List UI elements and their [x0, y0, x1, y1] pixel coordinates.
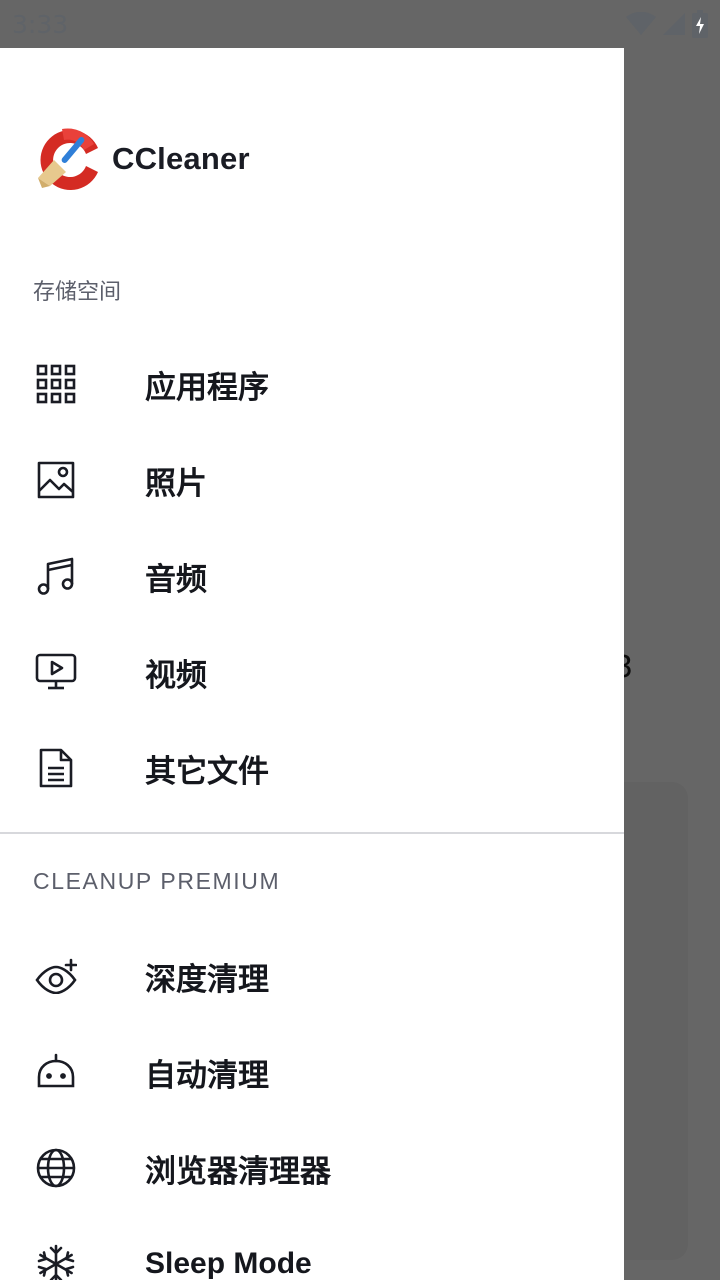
storage-section-title: 存储空间	[33, 280, 122, 305]
navigation-drawer: CCleaner 存储空间 应用程序 照片 音频 视频 其它文件 CLEANUP…	[0, 48, 624, 1280]
robot-icon	[34, 1050, 78, 1094]
menu-item-deep-clean[interactable]: 深度清理	[0, 928, 624, 1024]
snowflake-icon	[34, 1242, 78, 1280]
video-icon	[34, 650, 78, 694]
menu-item-other-files[interactable]: 其它文件	[0, 720, 624, 816]
menu-item-label: 照片	[145, 465, 207, 502]
globe-icon	[34, 1146, 78, 1190]
menu-item-label: 自动清理	[145, 1057, 269, 1094]
menu-item-label: 视频	[145, 657, 207, 694]
music-note-icon	[34, 554, 78, 598]
brand-name: CCleaner	[112, 141, 250, 176]
status-bar: 3:33	[0, 0, 720, 48]
menu-item-browser-cleaner[interactable]: 浏览器清理器	[0, 1120, 624, 1216]
menu-item-label: 深度清理	[145, 961, 269, 998]
ccleaner-logo	[32, 124, 104, 194]
menu-item-label: Sleep Mode	[145, 1247, 312, 1280]
battery-charging-icon	[692, 10, 708, 38]
menu-item-label: 其它文件	[145, 753, 269, 790]
menu-item-photos[interactable]: 照片	[0, 432, 624, 528]
section-divider	[0, 832, 624, 834]
menu-item-video[interactable]: 视频	[0, 624, 624, 720]
eye-plus-icon	[34, 954, 78, 998]
menu-item-apps[interactable]: 应用程序	[0, 336, 624, 432]
status-icons	[626, 10, 708, 38]
premium-section-title: CLEANUP PREMIUM	[33, 868, 281, 894]
menu-item-sleep-mode[interactable]: Sleep Mode	[0, 1216, 624, 1280]
photo-icon	[34, 458, 78, 502]
menu-item-label: 浏览器清理器	[145, 1153, 331, 1190]
status-time: 3:33	[12, 9, 69, 39]
cell-signal-icon	[662, 12, 686, 36]
menu-item-auto-clean[interactable]: 自动清理	[0, 1024, 624, 1120]
apps-grid-icon	[34, 362, 78, 406]
wifi-icon	[626, 12, 656, 36]
menu-item-label: 应用程序	[145, 369, 269, 406]
menu-item-label: 音频	[145, 561, 207, 598]
menu-item-audio[interactable]: 音频	[0, 528, 624, 624]
document-icon	[34, 746, 78, 790]
brand-header: CCleaner	[32, 124, 250, 194]
